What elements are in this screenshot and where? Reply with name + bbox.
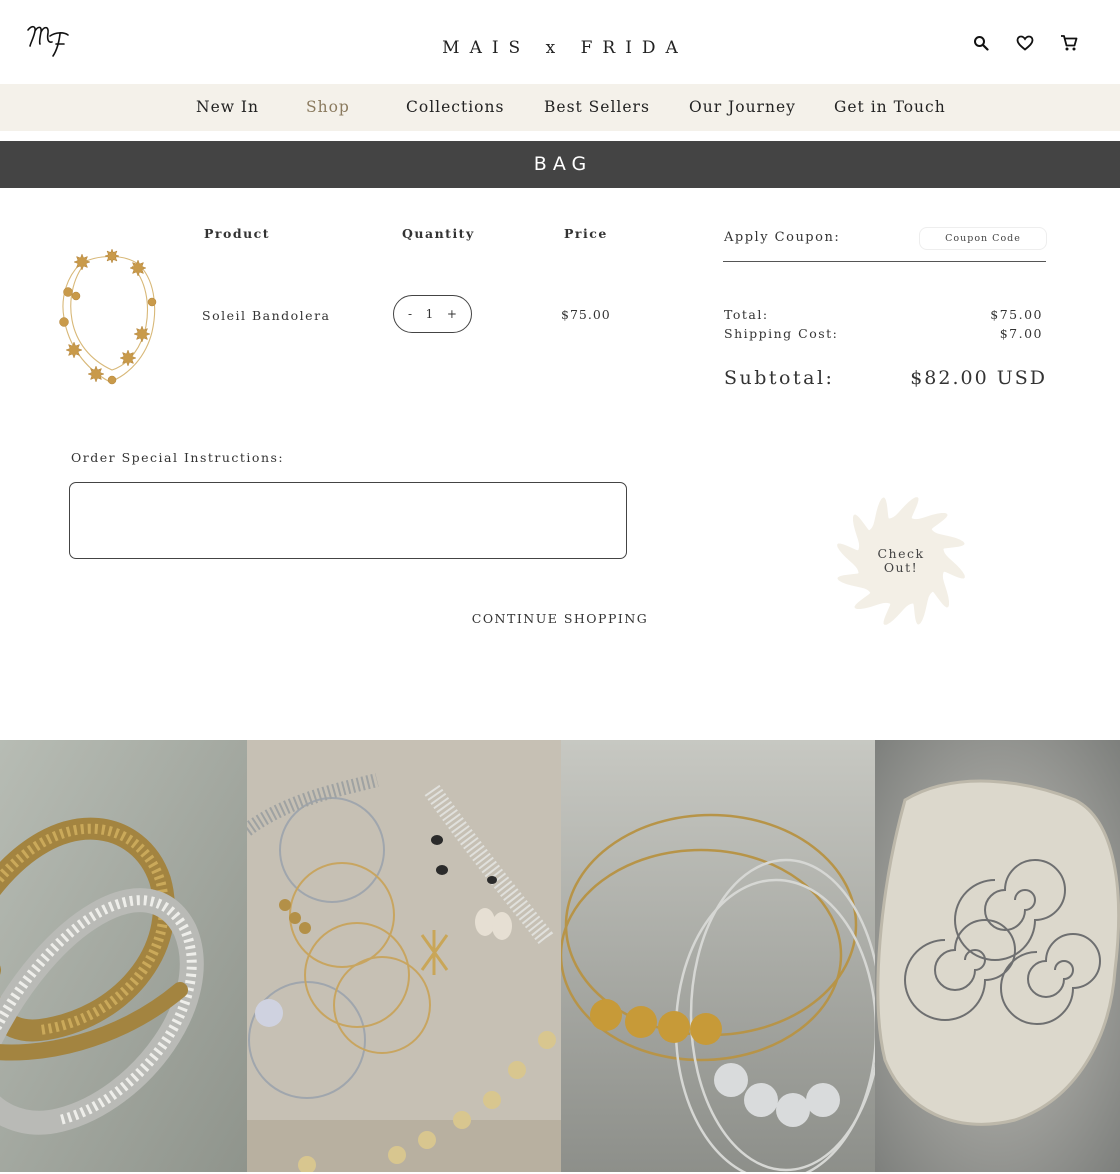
page-title: BAG — [0, 141, 1120, 188]
nav-item-get-in-touch[interactable]: Get in Touch — [834, 98, 946, 116]
instructions-field[interactable] — [69, 482, 627, 559]
quantity-value: 1 — [425, 307, 434, 321]
header-icons — [970, 32, 1080, 54]
total-value: $75.00 — [990, 307, 1043, 322]
cart-icon[interactable] — [1058, 32, 1080, 54]
column-header-price: Price — [564, 226, 608, 241]
heart-icon[interactable] — [1014, 32, 1036, 54]
nav-item-shop[interactable]: Shop — [306, 98, 350, 116]
instructions-label: Order Special Instructions: — [71, 450, 285, 465]
column-header-product: Product — [204, 226, 271, 241]
main-nav: New In Shop Collections Best Sellers Our… — [0, 84, 1120, 131]
subtotal-label: Subtotal: — [724, 367, 835, 389]
product-name[interactable]: Soleil Bandolera — [202, 308, 331, 323]
checkout-label-line2: Out! — [883, 560, 919, 575]
summary-divider — [723, 261, 1046, 262]
brand-title[interactable]: MAIS x FRIDA — [0, 38, 1120, 58]
shipping-value: $7.00 — [999, 326, 1043, 341]
search-icon[interactable] — [970, 32, 992, 54]
total-label: Total: — [724, 307, 769, 322]
shipping-label: Shipping Cost: — [724, 326, 839, 341]
increase-quantity-button[interactable]: + — [447, 307, 457, 321]
continue-shopping-link[interactable]: CONTINUE SHOPPING — [0, 611, 1120, 626]
gallery-image-beaded-hoops[interactable] — [561, 740, 875, 1172]
subtotal-value: $82.00 USD — [910, 367, 1047, 389]
gallery-image-chain-necklaces[interactable] — [0, 740, 247, 1172]
checkout-label: Check Out! — [834, 547, 968, 575]
quantity-stepper: - 1 + — [393, 295, 472, 333]
nav-item-collections[interactable]: Collections — [406, 98, 504, 116]
nav-item-new-in[interactable]: New In — [196, 98, 259, 116]
site-header: MAIS x FRIDA — [0, 0, 1120, 84]
gallery — [0, 740, 1120, 1174]
gallery-image-jewelry-flatlay[interactable] — [247, 740, 561, 1172]
nav-item-our-journey[interactable]: Our Journey — [689, 98, 796, 116]
decrease-quantity-button[interactable]: - — [408, 307, 412, 321]
coupon-input[interactable] — [919, 227, 1047, 250]
checkout-label-line1: Check — [877, 546, 925, 561]
coupon-label: Apply Coupon: — [724, 230, 841, 245]
column-header-quantity: Quantity — [402, 226, 475, 241]
checkout-button[interactable]: Check Out! — [834, 494, 968, 628]
gallery-image-spiral-earrings[interactable] — [875, 740, 1120, 1172]
product-image[interactable] — [50, 246, 165, 391]
nav-item-best-sellers[interactable]: Best Sellers — [544, 98, 650, 116]
product-price: $75.00 — [561, 307, 611, 322]
